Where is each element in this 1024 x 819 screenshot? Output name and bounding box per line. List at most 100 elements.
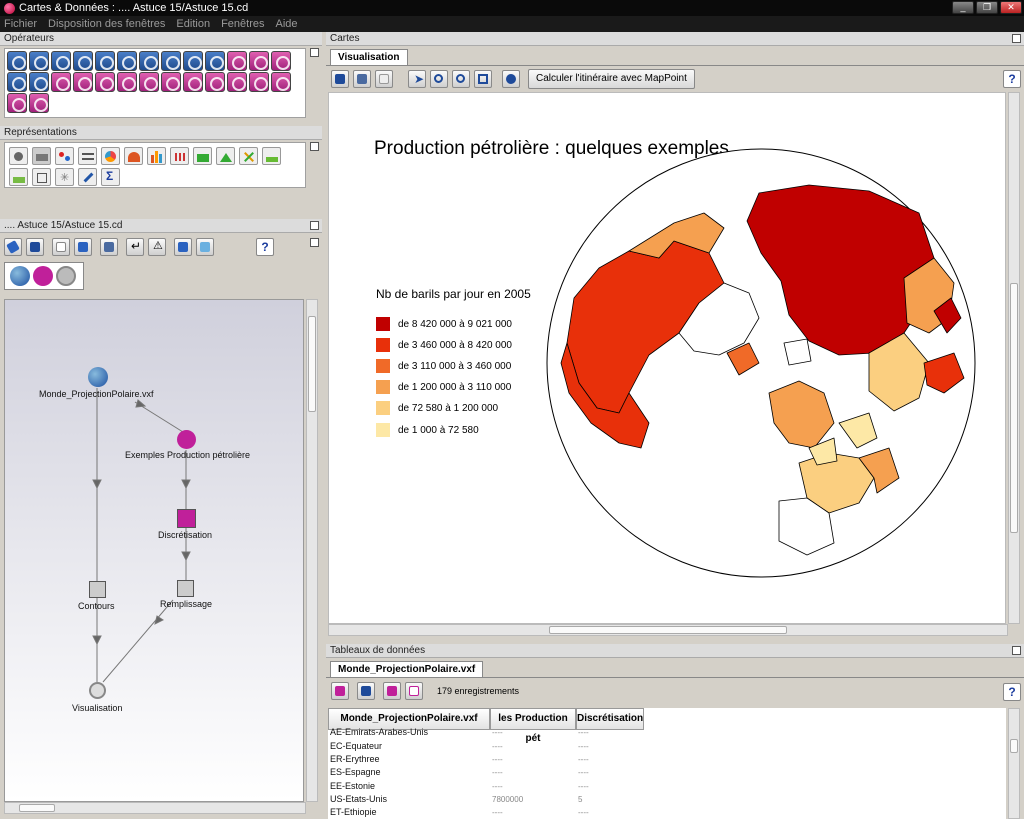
operator-icon[interactable] bbox=[139, 72, 159, 92]
discretisation-node-icon[interactable] bbox=[177, 509, 196, 528]
rep-grid-icon[interactable] bbox=[32, 168, 51, 186]
table-print-button[interactable] bbox=[383, 682, 401, 700]
zoom-extent-icon[interactable] bbox=[474, 70, 492, 88]
rep-pen-icon[interactable] bbox=[78, 168, 97, 186]
operator-icon[interactable] bbox=[95, 51, 115, 71]
table-copy-button[interactable] bbox=[405, 682, 423, 700]
operator-icon[interactable] bbox=[249, 51, 269, 71]
rep-sigma-icon[interactable]: Σ bbox=[101, 168, 120, 186]
menu-aide[interactable]: Aide bbox=[275, 18, 297, 30]
rep-points-icon[interactable] bbox=[170, 147, 189, 165]
new-doc-button[interactable] bbox=[52, 238, 70, 256]
flow-hscroll[interactable] bbox=[4, 802, 306, 814]
zoom-out-icon[interactable] bbox=[452, 70, 470, 88]
rep-pie-icon[interactable] bbox=[101, 147, 120, 165]
minimize-button[interactable]: _ bbox=[952, 1, 974, 14]
expand-document-icon[interactable] bbox=[310, 238, 319, 247]
rep-cross-icon[interactable] bbox=[239, 147, 258, 165]
remplissage-node-icon[interactable] bbox=[177, 580, 194, 597]
expand-representations-icon[interactable] bbox=[310, 142, 319, 151]
operator-icon[interactable] bbox=[7, 51, 27, 71]
rep-landscape-icon[interactable] bbox=[9, 168, 28, 186]
rep-dots-icon[interactable] bbox=[55, 147, 74, 165]
menu-disposition[interactable]: Disposition des fenêtres bbox=[48, 18, 165, 30]
operator-icon[interactable] bbox=[183, 72, 203, 92]
paste-button[interactable] bbox=[74, 238, 92, 256]
operator-icon[interactable] bbox=[227, 72, 247, 92]
operator-icon[interactable] bbox=[117, 72, 137, 92]
operator-icon[interactable] bbox=[205, 72, 225, 92]
print-map-button[interactable] bbox=[353, 70, 371, 88]
operator-icon[interactable] bbox=[73, 51, 93, 71]
operator-icon[interactable] bbox=[161, 51, 181, 71]
pin-icon[interactable] bbox=[310, 221, 319, 230]
zoom-in-icon[interactable] bbox=[430, 70, 448, 88]
table-help-button[interactable]: ? bbox=[1003, 683, 1021, 701]
tab-visualisation[interactable]: Visualisation bbox=[330, 49, 408, 65]
operator-icon[interactable] bbox=[95, 72, 115, 92]
menu-fichier[interactable]: Fichier bbox=[4, 18, 37, 30]
view-icon[interactable] bbox=[56, 266, 76, 286]
operator-icon[interactable] bbox=[7, 72, 27, 92]
operator-icon[interactable] bbox=[271, 51, 291, 71]
table-vscroll-thumb[interactable] bbox=[1010, 739, 1018, 753]
map-hscroll-thumb[interactable] bbox=[549, 626, 787, 634]
pin-icon[interactable] bbox=[1012, 34, 1021, 43]
operator-icon[interactable] bbox=[161, 72, 181, 92]
rep-bars-icon[interactable] bbox=[147, 147, 166, 165]
save-button[interactable] bbox=[26, 238, 44, 256]
operator-icon[interactable] bbox=[227, 51, 247, 71]
warning-icon[interactable]: ⚠ bbox=[148, 238, 166, 256]
globe-icon[interactable] bbox=[10, 266, 30, 286]
visualisation-node-icon[interactable] bbox=[89, 682, 106, 699]
menu-edition[interactable]: Edition bbox=[176, 18, 210, 30]
rep-symbol-icon[interactable] bbox=[9, 147, 28, 165]
operator-icon[interactable] bbox=[249, 72, 269, 92]
rep-fill-icon[interactable] bbox=[32, 147, 51, 165]
print-button[interactable] bbox=[100, 238, 118, 256]
operator-icon[interactable] bbox=[29, 51, 49, 71]
map-hscroll[interactable] bbox=[328, 624, 1008, 636]
rep-slope-icon[interactable] bbox=[262, 147, 281, 165]
rep-house-icon[interactable] bbox=[193, 147, 212, 165]
operator-icon[interactable] bbox=[271, 72, 291, 92]
flow-vscroll-thumb[interactable] bbox=[308, 316, 316, 412]
operator-icon[interactable] bbox=[51, 72, 71, 92]
rep-star-icon[interactable]: ✳ bbox=[55, 168, 74, 186]
monde-node-icon[interactable] bbox=[88, 367, 108, 387]
rep-lines-icon[interactable] bbox=[78, 147, 97, 165]
flow-vscroll[interactable] bbox=[306, 299, 318, 802]
rep-mountain-icon[interactable] bbox=[216, 147, 235, 165]
tab-monde-projection[interactable]: Monde_ProjectionPolaire.vxf bbox=[330, 661, 484, 677]
cartes-help-button[interactable]: ? bbox=[1003, 70, 1021, 88]
copy-map-button[interactable] bbox=[375, 70, 393, 88]
column-header-production[interactable]: les Production pét bbox=[490, 708, 576, 744]
table-map-button[interactable] bbox=[357, 682, 375, 700]
binoculars-icon[interactable] bbox=[502, 70, 520, 88]
operator-icon[interactable] bbox=[205, 51, 225, 71]
operator-icon[interactable] bbox=[117, 51, 137, 71]
menu-fenetres[interactable]: Fenêtres bbox=[221, 18, 264, 30]
contours-node-icon[interactable] bbox=[89, 581, 106, 598]
pin-icon[interactable] bbox=[1012, 646, 1021, 655]
map-vscroll-thumb[interactable] bbox=[1010, 283, 1018, 533]
edit-button[interactable] bbox=[4, 238, 22, 256]
exemples-node-icon[interactable] bbox=[177, 430, 196, 449]
layout-button[interactable] bbox=[174, 238, 192, 256]
table-vscroll[interactable] bbox=[1008, 708, 1020, 819]
maximize-button[interactable]: ❐ bbox=[976, 1, 998, 14]
operator-icon[interactable] bbox=[29, 72, 49, 92]
map-vscroll[interactable] bbox=[1008, 92, 1020, 624]
return-icon[interactable]: ↵ bbox=[126, 238, 144, 256]
operator-icon[interactable] bbox=[29, 93, 49, 113]
operator-icon[interactable] bbox=[51, 51, 71, 71]
export-button[interactable] bbox=[196, 238, 214, 256]
expand-operateurs-icon[interactable] bbox=[310, 48, 319, 57]
close-button[interactable]: ✕ bbox=[1000, 1, 1022, 14]
data-icon[interactable] bbox=[33, 266, 53, 286]
operator-icon[interactable] bbox=[73, 72, 93, 92]
operator-icon[interactable] bbox=[139, 51, 159, 71]
flow-hscroll-thumb[interactable] bbox=[19, 804, 55, 812]
rep-half-icon[interactable] bbox=[124, 147, 143, 165]
operator-icon[interactable] bbox=[183, 51, 203, 71]
